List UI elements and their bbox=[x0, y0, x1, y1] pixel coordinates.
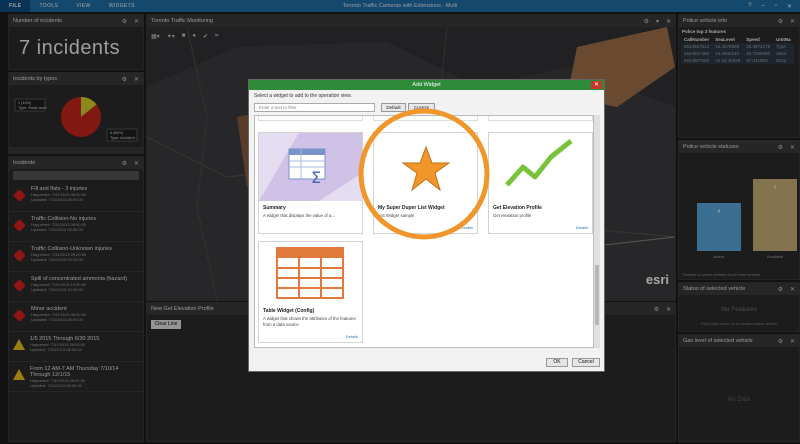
highlight-ring bbox=[358, 108, 490, 240]
